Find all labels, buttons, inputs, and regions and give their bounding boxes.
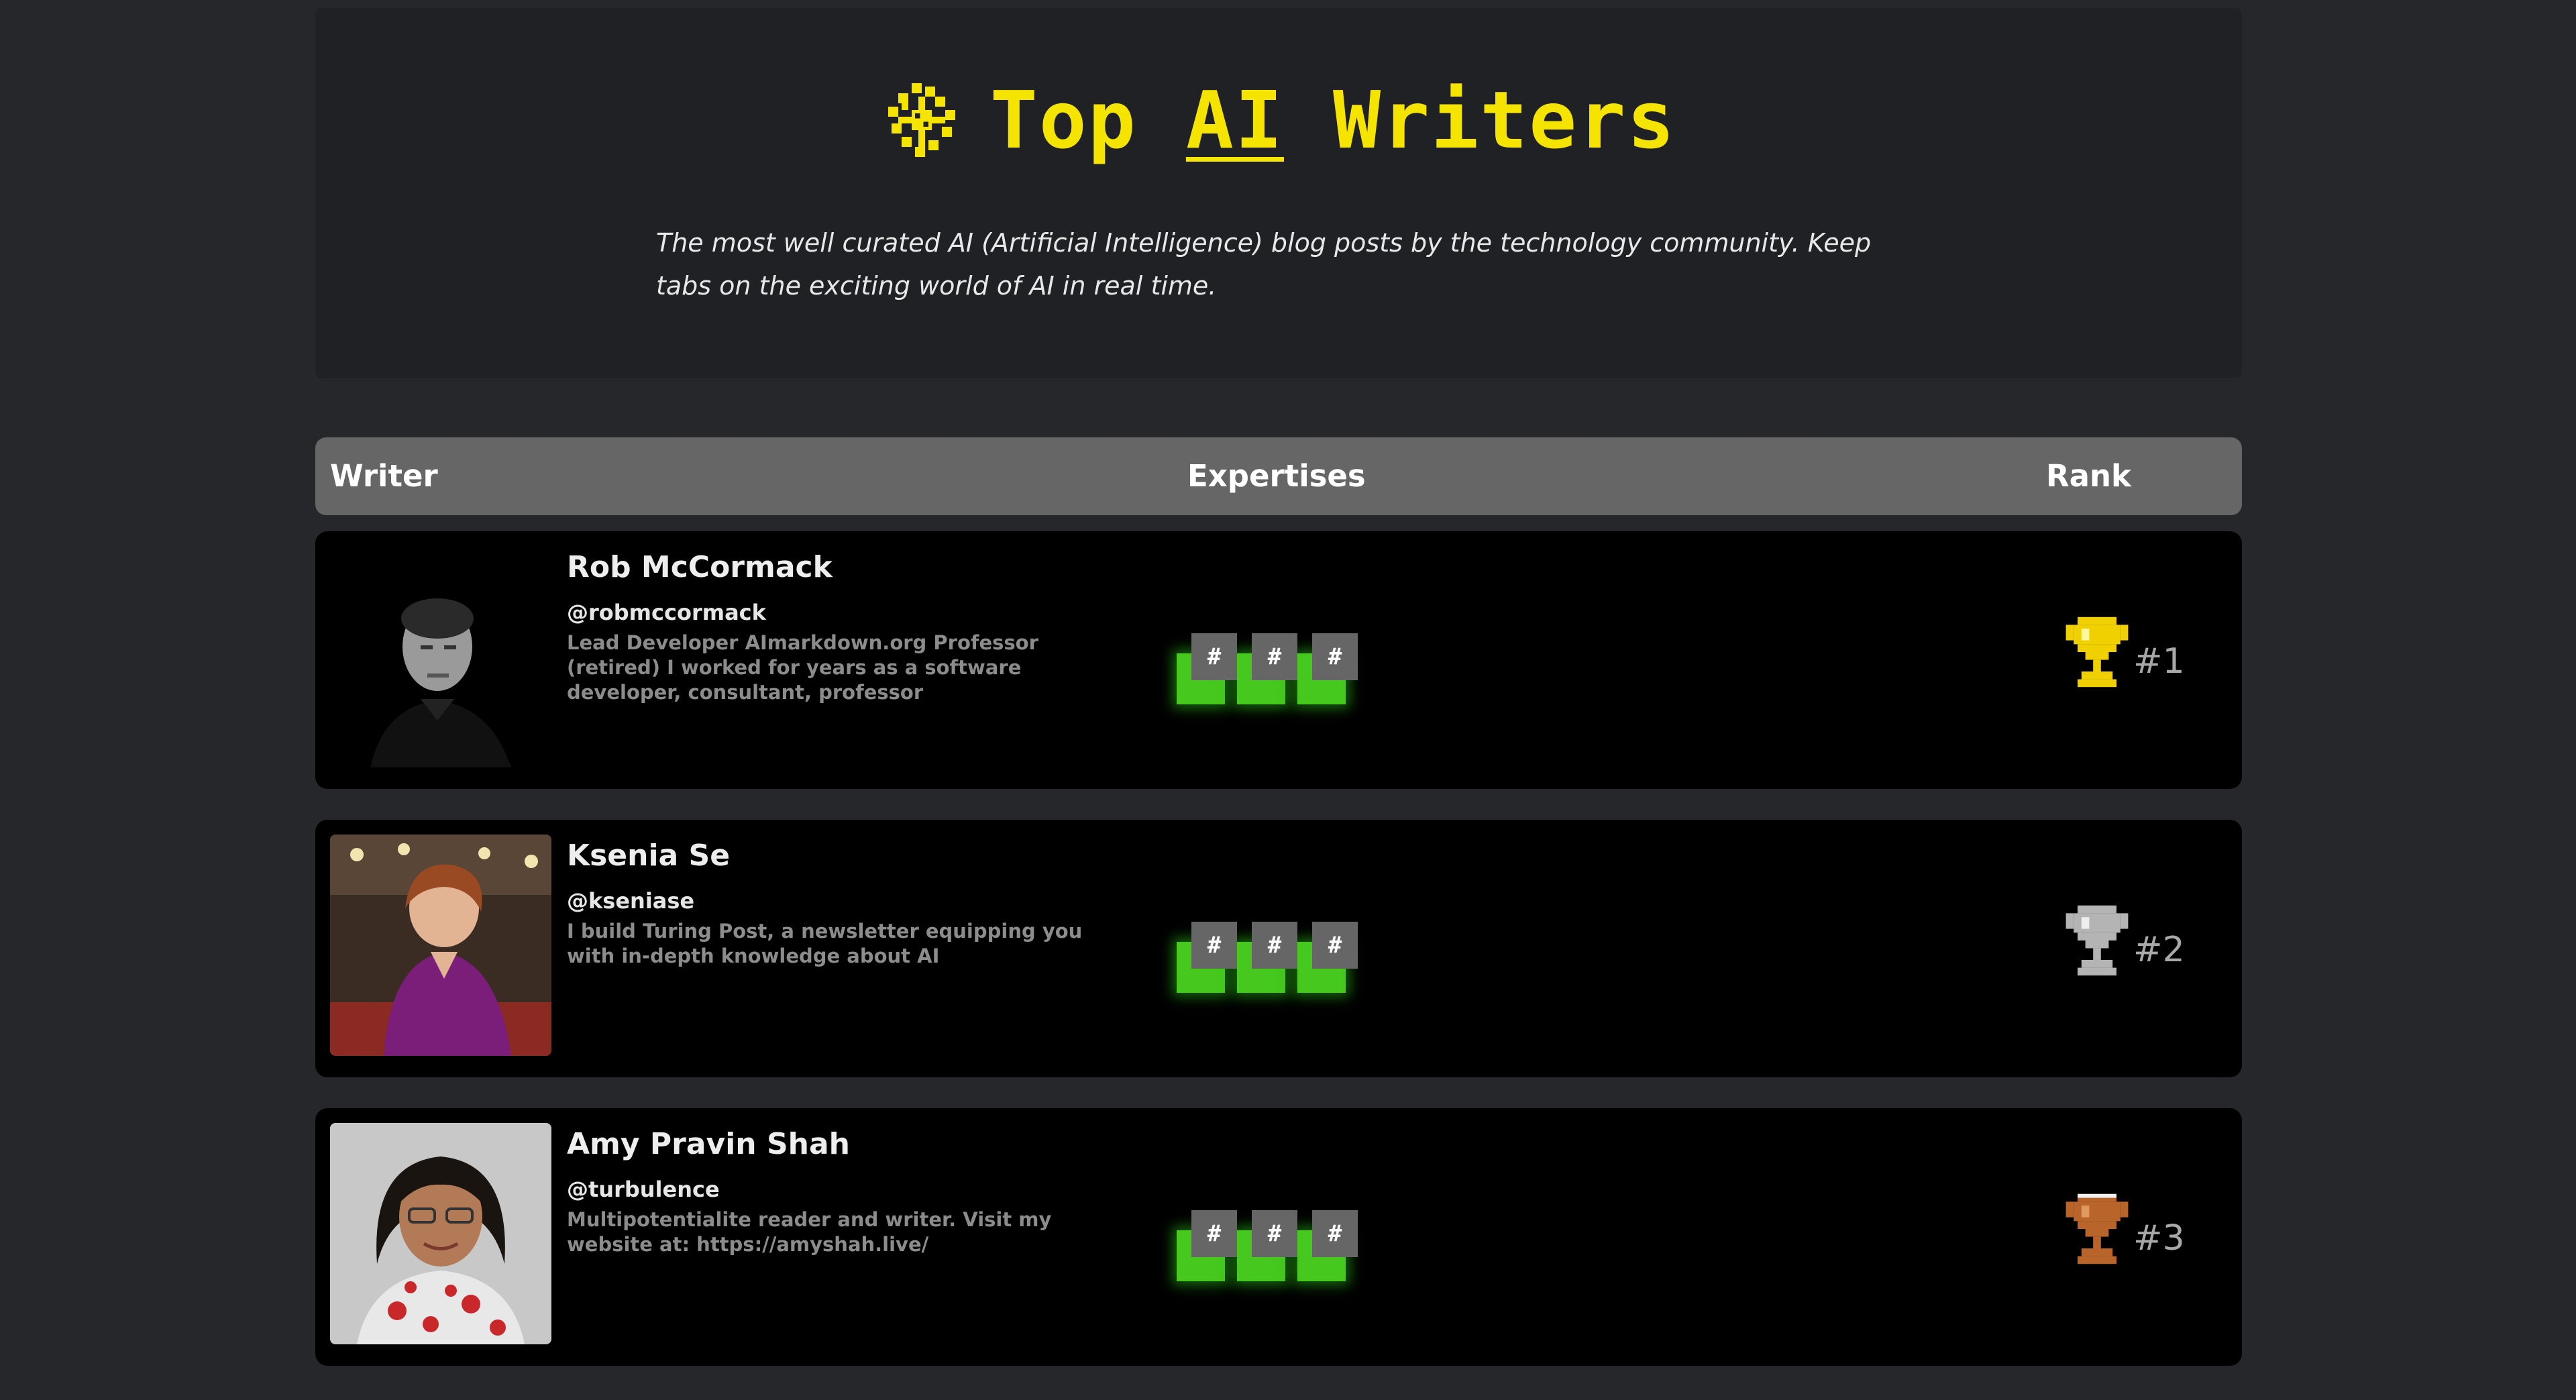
writer-handle[interactable]: @kseniase	[567, 888, 694, 914]
expertise-tag[interactable]: #	[1312, 1210, 1358, 1257]
writer-photo	[330, 834, 551, 1056]
expertise-tag[interactable]: #	[1252, 633, 1297, 680]
column-header-rank: Rank	[2046, 458, 2131, 494]
expertise-tag[interactable]: #	[1191, 922, 1237, 969]
column-header-writer: Writer	[330, 458, 438, 494]
writer-name[interactable]: Ksenia Se	[567, 839, 730, 873]
hero-banner: Top AI Writers The most well curated AI …	[315, 8, 2242, 378]
writer-bio: I build Turing Post, a newsletter equipp…	[567, 920, 1083, 967]
writer-bio: Lead Developer AImarkdown.org Professor …	[567, 631, 1038, 704]
writer-handle[interactable]: @robmccormack	[567, 600, 766, 625]
writer-photo	[330, 1123, 551, 1344]
page-title: Top AI Writers	[315, 70, 2242, 170]
rank-number: #1	[2133, 641, 2185, 682]
writer-bio: Multipotentialite reader and writer. Vis…	[567, 1208, 1052, 1256]
avatar[interactable]	[330, 834, 551, 1056]
expertise-tag[interactable]: #	[1312, 633, 1358, 680]
title-prefix: Top	[989, 74, 1186, 166]
table-header: Writer Expertises Rank	[315, 437, 2242, 515]
column-header-expertises: Expertises	[1187, 458, 1366, 494]
table-row[interactable]: Rob McCormack @robmccormack Lead Develop…	[315, 531, 2242, 789]
bronze-trophy-icon	[2065, 1193, 2129, 1264]
expertise-tag[interactable]: #	[1191, 633, 1237, 680]
table-row[interactable]: Ksenia Se @kseniase I build Turing Post,…	[315, 820, 2242, 1077]
expertise-tags: # # #	[1167, 922, 1368, 1009]
writer-photo	[330, 546, 551, 767]
expertise-tag[interactable]: #	[1252, 922, 1297, 969]
silver-trophy-icon	[2065, 905, 2129, 976]
rank-number: #2	[2133, 930, 2185, 970]
expertise-tags: # # #	[1167, 633, 1368, 720]
writer-name[interactable]: Amy Pravin Shah	[567, 1127, 850, 1161]
writer-handle[interactable]: @turbulence	[567, 1177, 720, 1202]
title-suffix: Writers	[1283, 74, 1676, 166]
expertise-tag[interactable]: #	[1252, 1210, 1297, 1257]
gold-trophy-icon	[2065, 616, 2129, 688]
expertise-tag[interactable]: #	[1312, 922, 1358, 969]
title-ai-link[interactable]: AI	[1186, 74, 1284, 166]
rank-number: #3	[2133, 1218, 2185, 1258]
writer-name[interactable]: Rob McCormack	[567, 550, 833, 584]
avatar[interactable]	[330, 546, 551, 767]
table-row[interactable]: Amy Pravin Shah @turbulence Multipotenti…	[315, 1108, 2242, 1366]
expertise-tag[interactable]: #	[1191, 1210, 1237, 1257]
tagline: The most well curated AI (Artificial Int…	[656, 228, 1872, 301]
brain-icon	[888, 83, 955, 157]
avatar[interactable]	[330, 1123, 551, 1344]
expertise-tags: # # #	[1167, 1210, 1368, 1297]
